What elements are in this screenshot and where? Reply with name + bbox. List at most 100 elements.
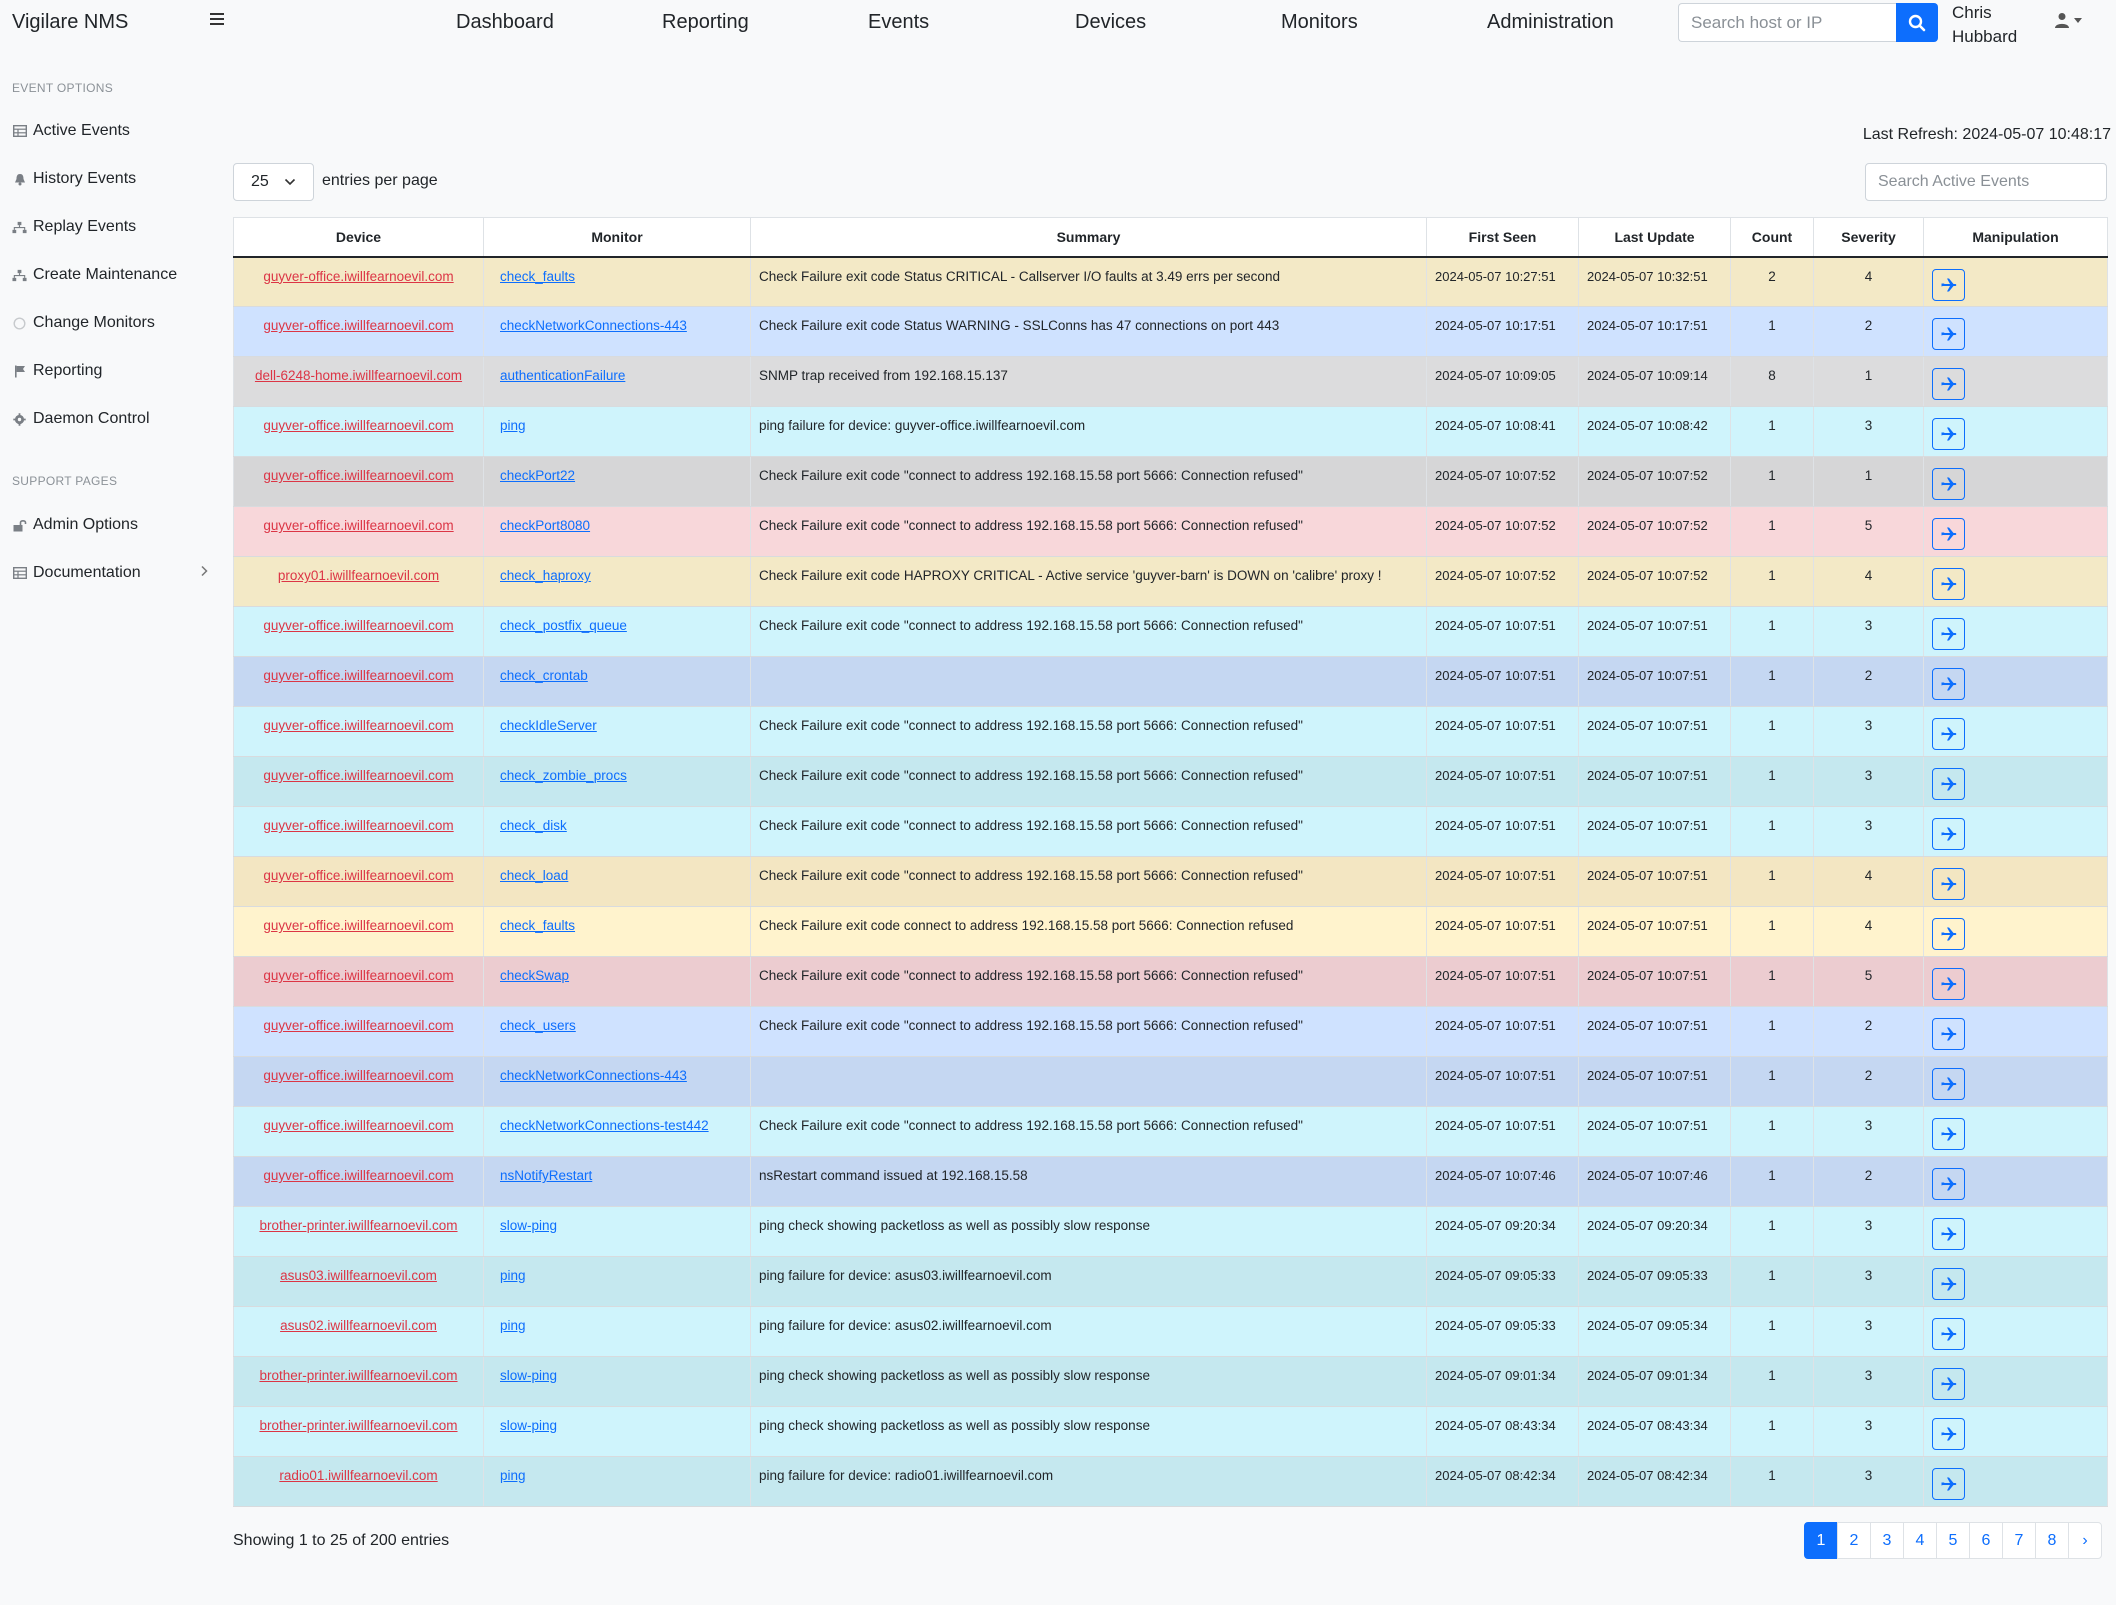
monitor-link[interactable]: ping — [500, 1468, 526, 1483]
host-search-input[interactable] — [1678, 3, 1896, 42]
monitor-link[interactable]: checkNetworkConnections-443 — [500, 318, 687, 333]
device-link[interactable]: guyver-office.iwillfearnoevil.com — [263, 668, 453, 683]
device-link[interactable]: guyver-office.iwillfearnoevil.com — [263, 918, 453, 933]
table-row[interactable]: guyver-office.iwillfearnoevil.com check_c… — [233, 656, 2108, 707]
chevron-right-icon[interactable] — [200, 564, 208, 582]
event-action-button[interactable] — [1932, 368, 1965, 400]
device-link[interactable]: guyver-office.iwillfearnoevil.com — [263, 818, 453, 833]
pagination-page-8[interactable]: 8 — [2035, 1522, 2069, 1559]
table-row[interactable]: guyver-office.iwillfearnoevil.com check_u… — [233, 1006, 2108, 1057]
nav-administration[interactable]: Administration — [1487, 11, 1614, 34]
event-action-button[interactable] — [1932, 1268, 1965, 1300]
pagination-page-1[interactable]: 1 — [1804, 1522, 1838, 1559]
column-header-summary[interactable]: Summary — [750, 217, 1427, 258]
nav-events[interactable]: Events — [868, 11, 929, 34]
table-row[interactable]: guyver-office.iwillfearnoevil.com checkSw… — [233, 956, 2108, 1007]
sidebar-item-active-events[interactable]: Active Events — [12, 122, 208, 140]
user-menu-toggle[interactable] — [2054, 12, 2082, 28]
device-link[interactable]: guyver-office.iwillfearnoevil.com — [263, 518, 453, 533]
event-action-button[interactable] — [1932, 768, 1965, 800]
table-row[interactable]: asus02.iwillfearnoevil.com ping ping failu… — [233, 1306, 2108, 1357]
device-link[interactable]: brother-printer.iwillfearnoevil.com — [259, 1368, 457, 1383]
event-action-button[interactable] — [1932, 1018, 1965, 1050]
monitor-link[interactable]: slow-ping — [500, 1368, 557, 1383]
device-link[interactable]: guyver-office.iwillfearnoevil.com — [263, 1018, 453, 1033]
column-header-severity[interactable]: Severity — [1813, 217, 1924, 258]
menu-toggle-icon[interactable] — [210, 13, 224, 25]
device-link[interactable]: guyver-office.iwillfearnoevil.com — [263, 269, 453, 284]
table-row[interactable]: guyver-office.iwillfearnoevil.com checkId… — [233, 706, 2108, 757]
device-link[interactable]: proxy01.iwillfearnoevil.com — [278, 568, 439, 583]
nav-dashboard[interactable]: Dashboard — [456, 11, 554, 34]
event-action-button[interactable] — [1932, 618, 1965, 650]
device-link[interactable]: guyver-office.iwillfearnoevil.com — [263, 718, 453, 733]
pagination-page-5[interactable]: 5 — [1936, 1522, 1970, 1559]
event-action-button[interactable] — [1932, 918, 1965, 950]
device-link[interactable]: guyver-office.iwillfearnoevil.com — [263, 418, 453, 433]
device-link[interactable]: guyver-office.iwillfearnoevil.com — [263, 1118, 453, 1133]
monitor-link[interactable]: checkIdleServer — [500, 718, 597, 733]
device-link[interactable]: guyver-office.iwillfearnoevil.com — [263, 768, 453, 783]
table-row[interactable]: guyver-office.iwillfearnoevil.com checkPo… — [233, 506, 2108, 557]
monitor-link[interactable]: nsNotifyRestart — [500, 1168, 592, 1183]
table-row[interactable]: guyver-office.iwillfearnoevil.com check_l… — [233, 856, 2108, 907]
device-link[interactable]: guyver-office.iwillfearnoevil.com — [263, 968, 453, 983]
pagination-next-button[interactable]: › — [2068, 1522, 2102, 1559]
table-row[interactable]: guyver-office.iwillfearnoevil.com check_z… — [233, 756, 2108, 807]
table-row[interactable]: guyver-office.iwillfearnoevil.com checkNe… — [233, 306, 2108, 357]
sidebar-item-history-events[interactable]: History Events — [12, 170, 208, 188]
event-action-button[interactable] — [1932, 1068, 1965, 1100]
sidebar-item-daemon-control[interactable]: Daemon Control — [12, 410, 208, 428]
monitor-link[interactable]: slow-ping — [500, 1418, 557, 1433]
monitor-link[interactable]: slow-ping — [500, 1218, 557, 1233]
table-row[interactable]: guyver-office.iwillfearnoevil.com check_f… — [233, 906, 2108, 957]
event-action-button[interactable] — [1932, 968, 1965, 1000]
table-row[interactable]: guyver-office.iwillfearnoevil.com checkPo… — [233, 456, 2108, 507]
nav-monitors[interactable]: Monitors — [1281, 11, 1358, 34]
event-action-button[interactable] — [1932, 518, 1965, 550]
column-header-count[interactable]: Count — [1730, 217, 1814, 258]
event-action-button[interactable] — [1932, 1468, 1965, 1500]
nav-devices[interactable]: Devices — [1075, 11, 1146, 34]
table-row[interactable]: dell-6248-home.iwillfearnoevil.com authen… — [233, 356, 2108, 407]
device-link[interactable]: guyver-office.iwillfearnoevil.com — [263, 618, 453, 633]
sidebar-item-admin-options[interactable]: Admin Options — [12, 516, 208, 534]
monitor-link[interactable]: check_zombie_procs — [500, 768, 627, 783]
event-action-button[interactable] — [1932, 1418, 1965, 1450]
entries-per-page-select[interactable]: 25 — [233, 163, 314, 201]
device-link[interactable]: guyver-office.iwillfearnoevil.com — [263, 1068, 453, 1083]
device-link[interactable]: brother-printer.iwillfearnoevil.com — [259, 1218, 457, 1233]
sidebar-item-documentation[interactable]: Documentation — [12, 564, 208, 582]
table-row[interactable]: guyver-office.iwillfearnoevil.com checkNe… — [233, 1056, 2108, 1107]
monitor-link[interactable]: checkNetworkConnections-443 — [500, 1068, 687, 1083]
monitor-link[interactable]: check_haproxy — [500, 568, 591, 583]
monitor-link[interactable]: checkNetworkConnections-test442 — [500, 1118, 709, 1133]
monitor-link[interactable]: check_disk — [500, 818, 567, 833]
device-link[interactable]: guyver-office.iwillfearnoevil.com — [263, 1168, 453, 1183]
sidebar-item-create-maintenance[interactable]: Create Maintenance — [12, 266, 208, 284]
device-link[interactable]: brother-printer.iwillfearnoevil.com — [259, 1418, 457, 1433]
table-row[interactable]: guyver-office.iwillfearnoevil.com check_d… — [233, 806, 2108, 857]
pagination-page-2[interactable]: 2 — [1837, 1522, 1871, 1559]
sidebar-item-change-monitors[interactable]: Change Monitors — [12, 314, 208, 332]
event-action-button[interactable] — [1932, 1318, 1965, 1350]
column-header-first-seen[interactable]: First Seen — [1426, 217, 1579, 258]
monitor-link[interactable]: check_faults — [500, 269, 575, 284]
table-row[interactable]: radio01.iwillfearnoevil.com ping ping fail… — [233, 1456, 2108, 1507]
event-action-button[interactable] — [1932, 418, 1965, 450]
table-row[interactable]: brother-printer.iwillfearnoevil.com slow-… — [233, 1406, 2108, 1457]
column-header-last-update[interactable]: Last Update — [1578, 217, 1731, 258]
event-action-button[interactable] — [1932, 1168, 1965, 1200]
monitor-link[interactable]: checkSwap — [500, 968, 569, 983]
monitor-link[interactable]: check_load — [500, 868, 568, 883]
table-row[interactable]: guyver-office.iwillfearnoevil.com check_p… — [233, 606, 2108, 657]
event-action-button[interactable] — [1932, 718, 1965, 750]
sidebar-item-reporting[interactable]: Reporting — [12, 362, 208, 380]
device-link[interactable]: guyver-office.iwillfearnoevil.com — [263, 318, 453, 333]
device-link[interactable]: asus02.iwillfearnoevil.com — [280, 1318, 437, 1333]
monitor-link[interactable]: check_users — [500, 1018, 576, 1033]
monitor-link[interactable]: checkPort8080 — [500, 518, 590, 533]
event-action-button[interactable] — [1932, 1118, 1965, 1150]
table-row[interactable]: guyver-office.iwillfearnoevil.com ping pin… — [233, 406, 2108, 457]
event-action-button[interactable] — [1932, 818, 1965, 850]
